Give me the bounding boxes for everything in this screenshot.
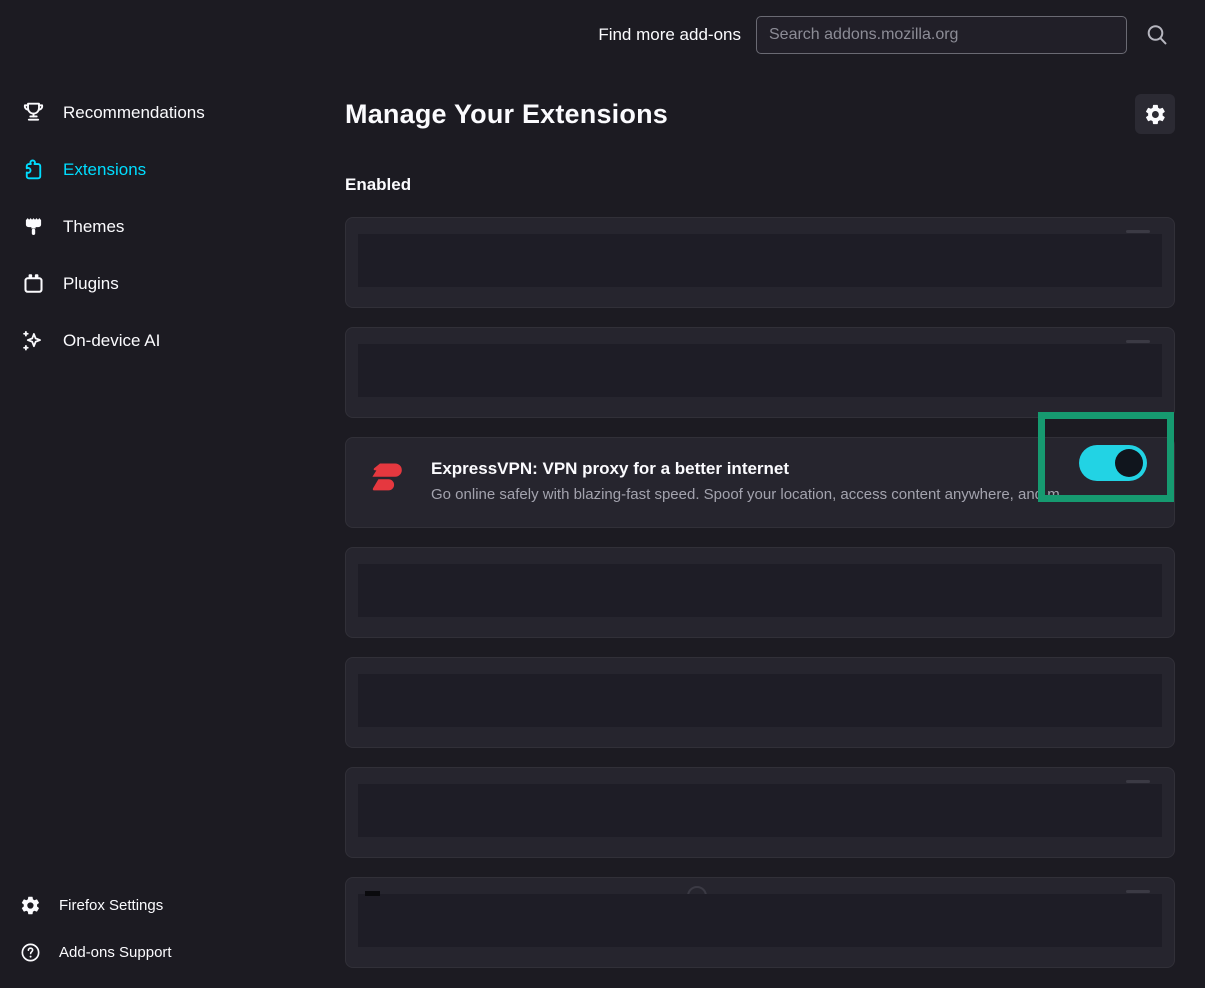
extension-card-redacted-3[interactable] [345,547,1175,638]
sidebar-item-extensions[interactable]: Extensions [0,141,345,198]
extension-card-redacted-6[interactable] [345,877,1175,968]
extension-card-redacted-5[interactable] [345,767,1175,858]
extension-info: ExpressVPN: VPN proxy for a better inter… [431,454,1174,503]
page-title: Manage Your Extensions [345,99,668,130]
search-button[interactable] [1142,20,1172,50]
top-bar: Find more add-ons [0,0,1205,70]
sidebar-item-on-device-ai[interactable]: On-device AI [0,312,345,369]
redacted-content [358,234,1162,287]
extension-name: ExpressVPN: VPN proxy for a better inter… [431,459,1174,479]
sidebar-item-label: Recommendations [63,103,205,123]
sidebar-item-label: Add-ons Support [59,944,172,961]
paintbrush-icon [20,213,47,240]
redacted-content [358,564,1162,617]
extension-card-redacted-2[interactable] [345,327,1175,418]
sidebar-item-plugins[interactable]: Plugins [0,255,345,312]
find-more-addons-label: Find more add-ons [598,25,741,45]
expressvpn-logo-icon [366,456,408,498]
extension-card-list: ExpressVPN: VPN proxy for a better inter… [345,217,1175,968]
addons-manager-page: Find more add-ons [0,0,1205,988]
extension-card-redacted-4[interactable] [345,657,1175,748]
tools-for-all-addons-button[interactable] [1135,94,1175,134]
toggle-remnant [1126,340,1150,343]
sidebar-item-themes[interactable]: Themes [0,198,345,255]
sidebar-item-firefox-settings[interactable]: Firefox Settings [0,882,345,929]
sidebar-item-label: Firefox Settings [59,897,163,914]
extension-description: Go online safely with blazing-fast speed… [431,486,1174,503]
search-input[interactable] [756,16,1127,54]
toggle-knob [1115,449,1143,477]
puzzle-piece-icon [20,156,47,183]
toggle-remnant [1126,890,1150,893]
help-circle-icon [20,942,41,963]
plugin-box-icon [20,270,47,297]
sidebar-item-label: Themes [63,217,124,237]
gear-icon [20,895,41,916]
extension-card-expressvpn[interactable]: ExpressVPN: VPN proxy for a better inter… [345,437,1175,528]
sidebar-item-addons-support[interactable]: Add-ons Support [0,929,345,976]
redacted-content [358,674,1162,727]
toggle-remnant [1126,780,1150,783]
sidebar-item-label: Plugins [63,274,119,294]
sidebar-item-label: On-device AI [63,331,160,351]
magnifier-icon [1144,22,1170,48]
redacted-content [358,344,1162,397]
redacted-content [358,894,1162,947]
enabled-section-heading: Enabled [345,175,1175,195]
main-content: Manage Your Extensions Enabled [345,70,1205,988]
redacted-content [358,784,1162,837]
toggle-remnant [1126,230,1150,233]
sparkle-icon [20,327,47,354]
sidebar-item-label: Extensions [63,160,146,180]
gear-icon [1144,103,1167,126]
extension-card-redacted-1[interactable] [345,217,1175,308]
sidebar: Recommendations Extensions [0,70,345,988]
extension-enable-toggle[interactable] [1079,445,1147,481]
icon-remnant [365,891,380,896]
sidebar-item-recommendations[interactable]: Recommendations [0,84,345,141]
trophy-icon [20,99,47,126]
